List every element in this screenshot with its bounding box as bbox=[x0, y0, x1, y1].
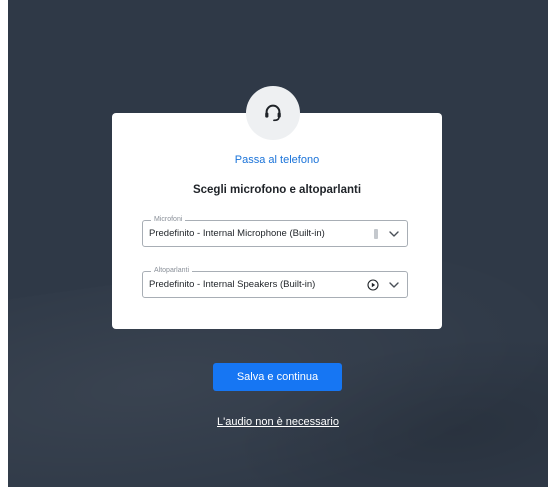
audio-setup-screen: Passa al telefono Scegli microfono e alt… bbox=[8, 0, 548, 487]
level-meter-icon bbox=[374, 229, 378, 239]
microphone-select[interactable]: Microfoni Predefinito - Internal Microph… bbox=[142, 215, 408, 247]
speakers-select-value: Predefinito - Internal Speakers (Built-i… bbox=[149, 279, 316, 290]
chevron-down-icon bbox=[389, 282, 399, 288]
chevron-down-icon bbox=[389, 231, 399, 237]
audio-not-needed-link[interactable]: L'audio non è necessario bbox=[148, 416, 408, 428]
microphone-select-value: Predefinito - Internal Microphone (Built… bbox=[149, 228, 325, 239]
speakers-select-legend: Altoparlanti bbox=[151, 266, 193, 276]
device-selection-heading: Scegli microfono e altoparlanti bbox=[192, 184, 362, 196]
switch-to-phone-link[interactable]: Passa al telefono bbox=[112, 154, 442, 166]
audio-device-card: Passa al telefono Scegli microfono e alt… bbox=[112, 113, 442, 329]
play-icon[interactable] bbox=[367, 279, 379, 291]
headset-icon bbox=[265, 104, 281, 122]
save-and-continue-button[interactable]: Salva e continua bbox=[213, 363, 342, 391]
microphone-select-legend: Microfoni bbox=[151, 215, 186, 225]
speakers-select[interactable]: Altoparlanti Predefinito - Internal Spea… bbox=[142, 266, 408, 298]
headset-icon-badge bbox=[246, 86, 300, 140]
